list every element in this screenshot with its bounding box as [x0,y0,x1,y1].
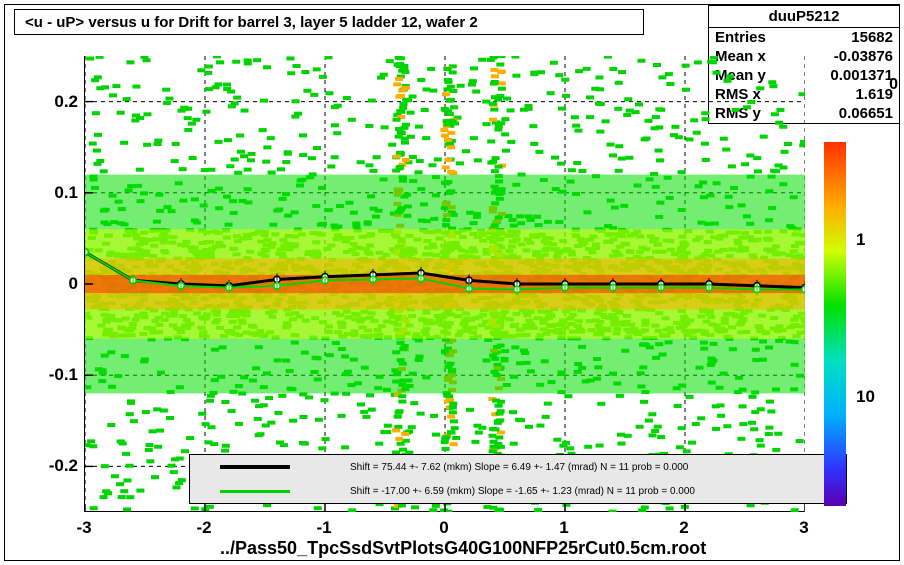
x-tick-label: 0 [439,518,448,538]
y-tick-label: 0.2 [18,92,78,112]
y-tick-label: -0.1 [18,365,78,385]
axis-overflow-digit: 0 [889,76,898,94]
fit-legend: Shift = 75.44 +- 7.62 (mkm) Slope = 6.49… [189,454,847,504]
y-tick-label: -0.2 [18,456,78,476]
fit-legend-row: Shift = -17.00 +- 6.59 (mkm) Slope = -1.… [190,479,846,503]
colorbar [824,142,846,506]
y-tick-label: 0 [18,274,78,294]
x-tick-label: 3 [799,518,808,538]
colorbar-tick-label: 10 [856,387,875,407]
x-tick-label: -2 [196,518,211,538]
colorbar-tick-label: 1 [856,230,865,250]
stats-row-entries: Entries 15682 [709,28,899,47]
stats-value: 0.06651 [839,105,893,122]
x-tick-label: -3 [76,518,91,538]
fit-legend-text: Shift = 75.44 +- 7.62 (mkm) Slope = 6.49… [350,462,688,473]
y-tick-label: 0.1 [18,183,78,203]
x-tick-label: 1 [559,518,568,538]
fit-legend-text: Shift = -17.00 +- 6.59 (mkm) Slope = -1.… [350,486,695,497]
plot-title: <u - uP> versus u for Drift for barrel 3… [14,9,644,35]
stats-name: duuP5212 [709,6,899,28]
stats-value: 0.001371 [830,67,893,84]
fit-legend-row: Shift = 75.44 +- 7.62 (mkm) Slope = 6.49… [190,455,846,479]
stats-value: 1.619 [855,86,893,103]
stats-label: Entries [715,29,766,46]
x-tick-label: -1 [316,518,331,538]
plot-area: Shift = 75.44 +- 7.62 (mkm) Slope = 6.49… [84,56,804,512]
x-tick-label: 2 [679,518,688,538]
fit-legend-swatch-black [220,465,290,469]
fit-legend-swatch-green [220,490,290,493]
stats-value: -0.03876 [834,48,893,65]
colorbar-svg [824,142,846,506]
plot-title-text: <u - uP> versus u for Drift for barrel 3… [25,14,478,31]
file-path-label: ../Pass50_TpcSsdSvtPlotsG40G100NFP25rCut… [220,538,706,559]
stats-value: 15682 [851,29,893,46]
